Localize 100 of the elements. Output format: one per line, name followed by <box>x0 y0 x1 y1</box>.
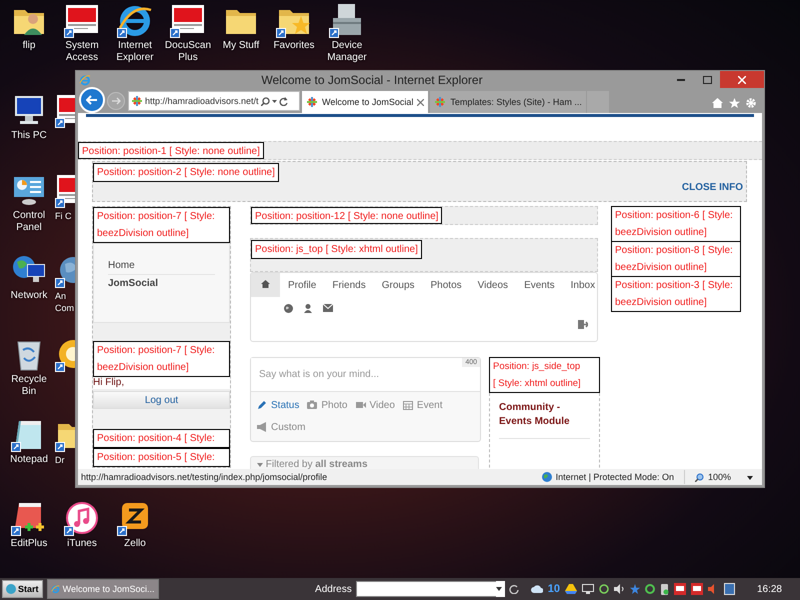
logout-button[interactable]: Log out <box>93 391 230 409</box>
close-icon <box>738 76 746 84</box>
video-camera-icon <box>356 400 366 410</box>
home-icon <box>712 98 723 108</box>
tray-badge[interactable]: 10 <box>548 583 560 595</box>
desktop-shortcut[interactable]: DocuScan Plus <box>162 2 214 64</box>
desktop-shortcut[interactable]: flip <box>3 2 55 52</box>
back-button[interactable] <box>79 87 105 113</box>
position-label: Position: position-4 [ Style: <box>93 429 230 448</box>
pencil-icon <box>257 400 267 410</box>
home-icon <box>261 280 270 288</box>
desktop-shortcut[interactable]: System Access <box>56 2 108 64</box>
nav-tab[interactable]: Events <box>516 273 563 297</box>
menu-item[interactable]: JomSocial <box>108 275 215 292</box>
nav-tab[interactable]: Photos <box>422 273 470 297</box>
nav-tab[interactable]: Videos <box>470 273 516 297</box>
close-icon <box>417 98 424 106</box>
desktop-shortcut[interactable]: Internet Explorer <box>109 2 161 64</box>
caret-icon <box>747 476 753 480</box>
star-icon <box>729 98 740 108</box>
desktop-shortcut[interactable]: This PC <box>3 92 55 142</box>
logo-icon <box>64 2 100 38</box>
greeting-text: Hi Flip, <box>93 377 230 389</box>
minimize-icon <box>677 78 685 80</box>
nav-tab[interactable]: Profile <box>280 273 324 297</box>
position-label: Position: js_top [ Style: xhtml outline] <box>251 240 422 259</box>
position-label: Position: position-3 [ Style: beezDivision outline] <box>611 276 741 312</box>
desktop-shortcut[interactable]: Notepad <box>3 416 55 466</box>
post-type-tab[interactable]: Status <box>255 394 306 416</box>
box-icon <box>724 583 735 595</box>
joomla-icon <box>434 96 446 108</box>
address-label: Address <box>315 584 352 594</box>
desktop-shortcut[interactable]: Favorites <box>268 2 320 52</box>
camera-icon <box>307 400 318 410</box>
settings-icon <box>746 98 756 108</box>
zoom-level[interactable]: 100% <box>708 472 731 482</box>
sign-out-icon <box>578 320 588 329</box>
desktop-shortcut[interactable]: Device Manager <box>321 2 373 64</box>
star-icon <box>630 584 640 594</box>
desktop-shortcut[interactable]: Control Panel <box>3 172 55 234</box>
right-arrow-icon <box>112 97 120 105</box>
nav-tab[interactable]: Inbox <box>562 273 604 297</box>
module-title: Community - Events Module <box>499 401 571 429</box>
address-field[interactable] <box>356 581 496 597</box>
zoom-icon <box>694 472 704 482</box>
menu-item[interactable]: Home <box>108 257 215 275</box>
window-title: Welcome to JomSocial - Internet Explorer <box>261 72 483 86</box>
position-label: Position: position-7 [ Style: beezDivision outline] <box>93 341 230 377</box>
close-button[interactable] <box>720 71 764 88</box>
monitor-icon <box>582 584 594 594</box>
home-tab[interactable] <box>251 273 280 297</box>
desktop-shortcut[interactable]: Recycle Bin <box>3 336 55 398</box>
app-icon <box>690 583 703 595</box>
position-label: Position: position-7 [ Style: beezDivision outline] <box>93 207 230 243</box>
status-field[interactable]: Say what is on your mind... <box>259 366 449 382</box>
position-label: Position: position-8 [ Style: beezDivision outline] <box>611 241 741 277</box>
address-field[interactable]: http://hamradioadvisors.net/t <box>128 91 300 111</box>
phone-icon <box>660 584 669 594</box>
logo-icon <box>170 2 206 38</box>
ie-icon <box>79 74 91 86</box>
envelope-icon <box>323 304 333 312</box>
ie-icon <box>50 583 60 595</box>
megaphone-icon <box>257 422 267 432</box>
globe-icon <box>542 472 552 482</box>
desktop-shortcut[interactable]: Network <box>3 252 55 302</box>
position-label: Position: position-12 [ Style: none outline] <box>251 207 442 224</box>
calendar-icon <box>402 400 413 410</box>
taskbar-button[interactable]: Welcome to JomSoci... <box>46 579 159 599</box>
left-arrow-icon <box>86 95 98 105</box>
nav-tab[interactable]: Groups <box>374 273 423 297</box>
position-label: Position: js_side_top [ Style: xhtml outline] <box>489 357 600 393</box>
cloud-icon <box>530 584 543 594</box>
caret-icon <box>272 100 277 102</box>
joomla-icon <box>131 95 143 107</box>
start-button[interactable]: Start <box>2 580 43 598</box>
desktop-shortcut[interactable]: My Stuff <box>215 2 267 52</box>
position-label: Position: position-5 [ Style: <box>93 448 230 467</box>
desktop-shortcut[interactable] <box>55 92 75 128</box>
desktop-shortcut[interactable]: iTunes <box>56 500 108 550</box>
clock: 16:28 <box>756 584 782 594</box>
globe-icon <box>284 304 293 313</box>
speaker-icon <box>614 584 625 594</box>
browser-tab[interactable]: Templates: Styles (Site) - Ham ... <box>430 91 586 113</box>
music-note-icon <box>64 500 100 536</box>
position-label: Position: position-1 [ Style: none outline] <box>78 142 264 159</box>
status-url: http://hamradioadvisors.net/testing/index.php/jomsocial/profile <box>81 472 328 482</box>
security-zone-text: Internet | Protected Mode: On <box>556 472 674 482</box>
app-icon <box>674 583 686 595</box>
search-icon <box>260 96 270 106</box>
close-info-link[interactable]: CLOSE INFO <box>682 182 743 193</box>
nav-tab[interactable]: Friends <box>324 273 374 297</box>
desktop-shortcut[interactable]: EditPlus <box>3 500 55 550</box>
desktop-shortcut[interactable]: Zello <box>109 500 161 550</box>
drive-icon <box>564 584 577 594</box>
browser-tab[interactable]: Welcome to JomSocial <box>302 91 428 113</box>
editplus-icon <box>11 500 47 536</box>
position-label: Position: position-6 [ Style: beezDivision outline] <box>611 206 741 242</box>
caret-icon <box>257 463 263 467</box>
person-icon <box>304 304 312 313</box>
joomla-icon <box>306 96 318 108</box>
